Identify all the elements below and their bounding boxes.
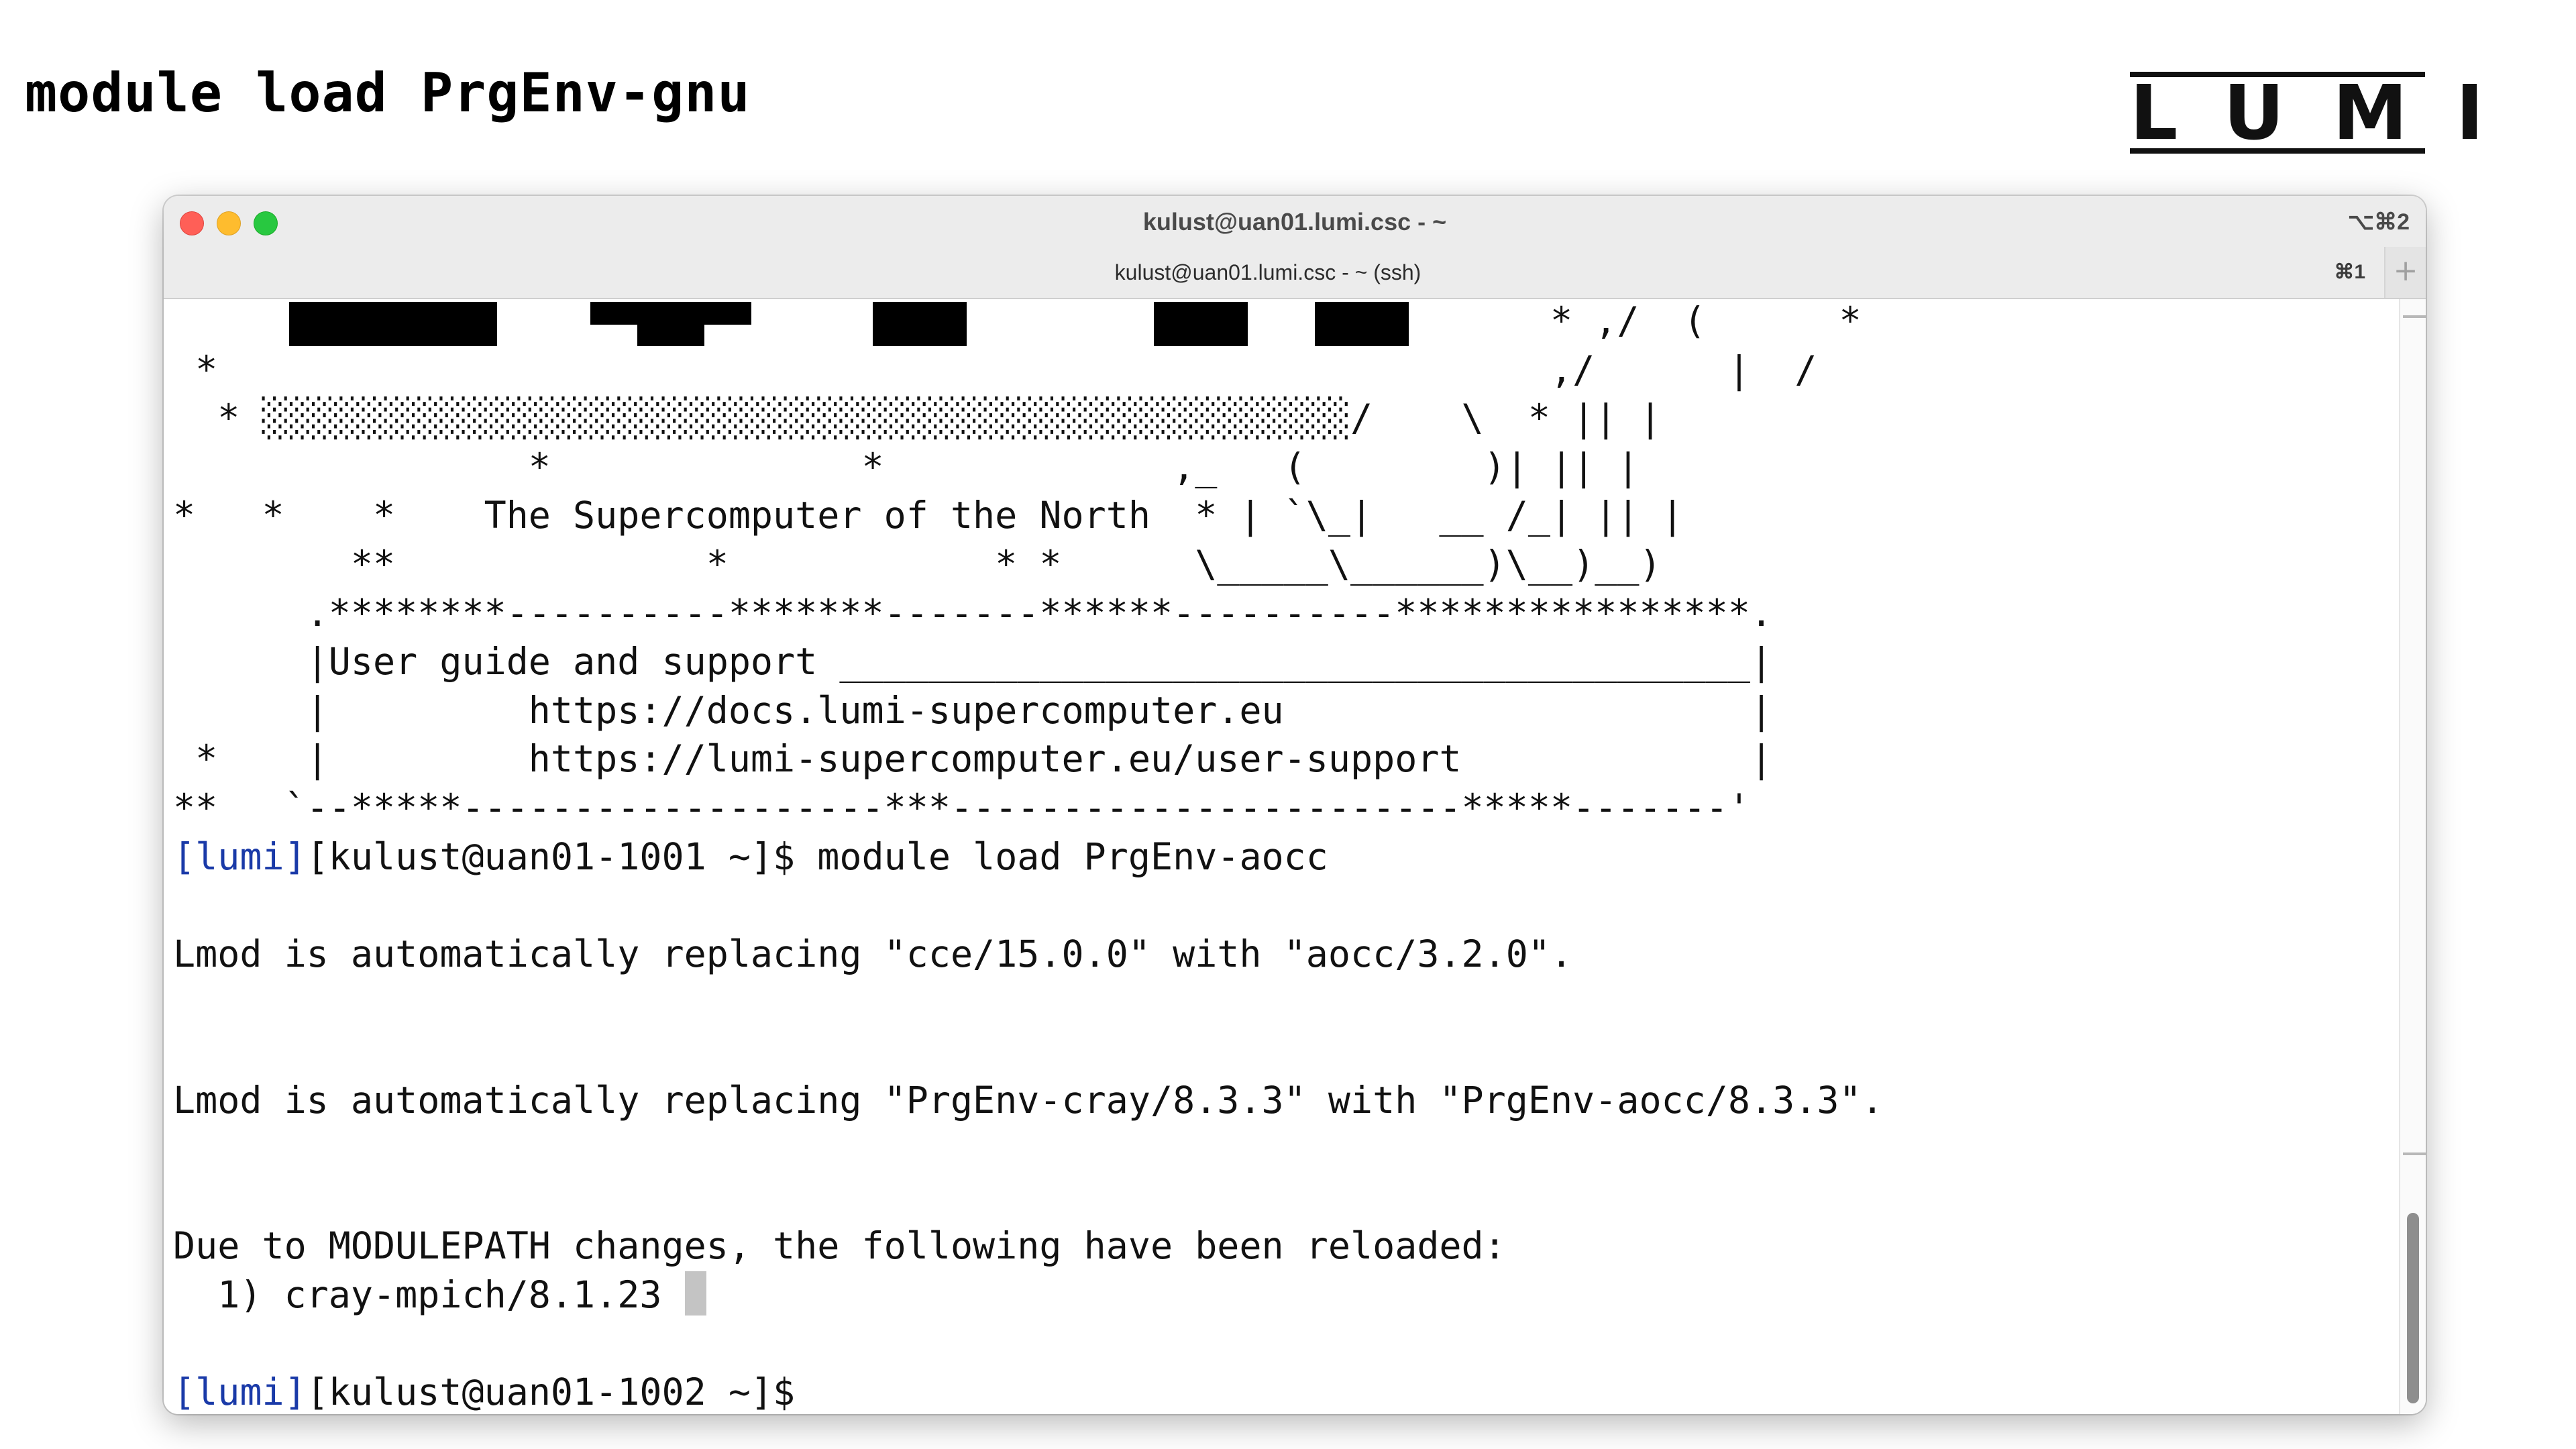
banner-line: * ,/ ( * [173, 299, 1862, 342]
scroll-thumb[interactable] [2407, 1213, 2419, 1403]
tab-label: kulust@uan01.lumi.csc - ~ (ssh) [1114, 260, 1421, 284]
logo-text: LUMI [2130, 70, 2532, 157]
banner-line: | https://docs.lumi-supercomputer.eu | [173, 688, 1773, 732]
scroll-marker [2403, 1152, 2426, 1155]
terminal-window[interactable]: kulust@uan01.lumi.csc - ~ ⌥⌘2 kulust@uan… [164, 196, 2426, 1414]
banner-line: .********----------*******-------******-… [173, 591, 1773, 635]
tab-shortcut: ⌘1 [2334, 261, 2365, 283]
banner-line: * ░░░░░░░░░░░░░░░░░░░░░░░░░░░░░░░░░░░░░░… [173, 396, 1662, 440]
slide: module load PrgEnv-gnu LUMI kulust@uan01… [0, 0, 2576, 1449]
new-tab-button[interactable]: + [2384, 247, 2426, 298]
prompt-tag: [lumi] [173, 835, 307, 878]
window-title: kulust@uan01.lumi.csc - ~ [1142, 208, 1447, 235]
output-line: Lmod is automatically replacing "cce/15.… [173, 932, 1573, 975]
banner-line: * | https://lumi-supercomputer.eu/user-s… [173, 737, 1773, 781]
tab-ssh-session[interactable]: kulust@uan01.lumi.csc - ~ (ssh) [164, 247, 2372, 298]
output-line: 1) cray-mpich/8.1.23 [173, 1273, 662, 1316]
banner-line: * ,/ | / [173, 347, 1817, 391]
banner-line: ** * * * \_____\______)\__)__) [173, 542, 1662, 586]
scroll-marker [2403, 315, 2426, 318]
banner-line: * * ,_ ( )| || | [173, 445, 1640, 488]
logo-bottom-rule [2130, 148, 2425, 154]
shell-prompt: [kulust@uan01-1002 ~]$ [306, 1371, 818, 1414]
prompt-tag: [lumi] [173, 1371, 307, 1414]
output-line: Due to MODULEPATH changes, the following… [173, 1224, 1506, 1268]
window-shortcut: ⌥⌘2 [2347, 209, 2410, 235]
output-line: Lmod is automatically replacing "PrgEnv-… [173, 1078, 1884, 1122]
banner-line: |User guide and support ________________… [173, 640, 1773, 684]
shell-prompt: [kulust@uan01-1001 ~]$ [306, 835, 818, 878]
command-text: module load PrgEnv-aocc [817, 835, 1328, 878]
banner-line: ** `--*****-------------------***-------… [173, 786, 1751, 829]
slide-title: module load PrgEnv-gnu [25, 62, 751, 124]
text-cursor [685, 1271, 706, 1316]
terminal-scrollbar[interactable] [2399, 299, 2426, 1414]
terminal-content[interactable]: * ,/ ( * * ,/ | / * ░░░░░░░░░░░░░░░░░░░░… [164, 299, 2426, 1414]
window-titlebar[interactable]: kulust@uan01.lumi.csc - ~ ⌥⌘2 kulust@uan… [164, 196, 2426, 299]
lumi-logo: LUMI [2130, 70, 2532, 157]
banner-line: * * * The Supercomputer of the North * |… [173, 494, 1684, 537]
terminal-output: * ,/ ( * * ,/ | / * ░░░░░░░░░░░░░░░░░░░░… [173, 297, 1884, 1414]
tab-bar: kulust@uan01.lumi.csc - ~ (ssh) ⌘1 + [164, 247, 2426, 298]
